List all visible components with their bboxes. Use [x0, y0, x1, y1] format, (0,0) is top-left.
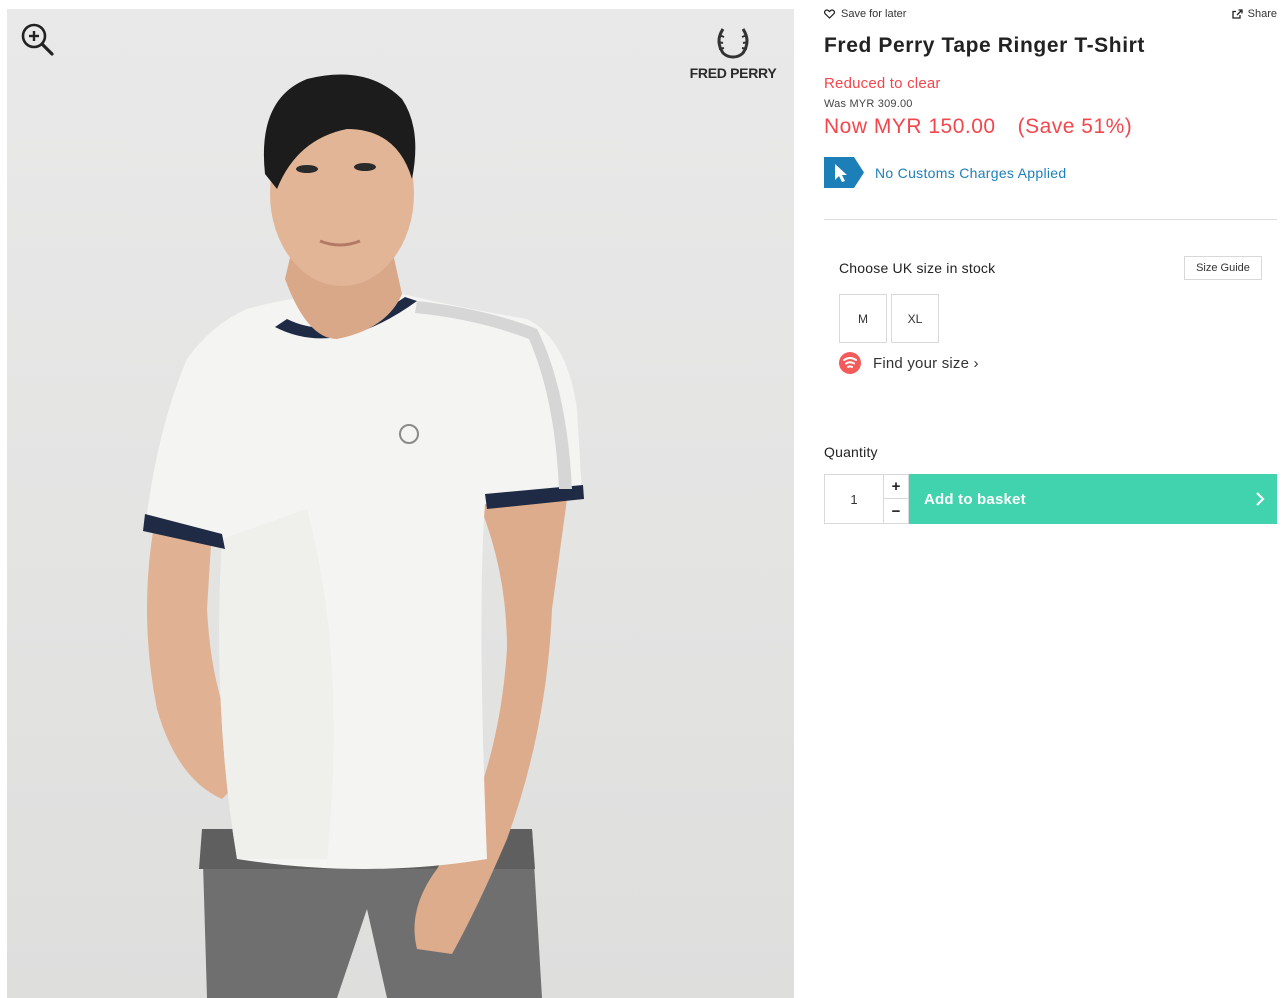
price-row: Now MYR 150.00 (Save 51%)	[824, 115, 1132, 139]
save-for-later-label: Save for later	[841, 8, 907, 20]
share-icon	[1231, 9, 1243, 19]
heart-icon	[824, 9, 835, 19]
size-option-xl[interactable]: XL	[891, 294, 939, 343]
chevron-right-icon	[1256, 492, 1265, 506]
product-photo	[143, 74, 584, 998]
divider	[824, 219, 1277, 220]
top-actions: Save for later Share	[824, 8, 1277, 24]
customs-notice[interactable]: No Customs Charges Applied	[824, 157, 1066, 188]
quantity-label: Quantity	[824, 444, 878, 460]
product-title: Fred Perry Tape Ringer T-Shirt	[824, 34, 1146, 57]
share-label: Share	[1247, 8, 1277, 20]
size-guide-button[interactable]: Size Guide	[1184, 256, 1262, 280]
save-for-later-button[interactable]: Save for later	[824, 8, 906, 20]
brand-name: FRED PERRY	[689, 65, 777, 81]
quantity-input[interactable]: 1	[824, 474, 883, 524]
product-details: Save for later Share Fred Perry Tape Rin…	[824, 0, 1277, 998]
save-percent: (Save 51%)	[1017, 115, 1133, 138]
share-button[interactable]: Share	[1231, 8, 1277, 20]
now-price: Now MYR 150.00	[824, 115, 996, 138]
size-option-m[interactable]: M	[839, 294, 887, 343]
product-image-gallery[interactable]: FRED PERRY	[7, 9, 794, 998]
quantity-stepper: + −	[883, 474, 909, 524]
zoom-in-icon[interactable]	[19, 21, 55, 57]
add-to-basket-label: Add to basket	[924, 490, 1026, 508]
cursor-arrow-badge-icon	[824, 157, 864, 188]
size-heading: Choose UK size in stock	[839, 260, 996, 276]
customs-text: No Customs Charges Applied	[875, 164, 1067, 181]
find-your-size-link[interactable]: Find your size ›	[839, 352, 979, 374]
add-to-basket-button[interactable]: Add to basket	[909, 474, 1277, 524]
find-your-size-label: Find your size ›	[873, 354, 979, 372]
fit-finder-icon	[839, 352, 861, 374]
sale-label: Reduced to clear	[824, 75, 941, 92]
quantity-decrease-button[interactable]: −	[884, 499, 908, 523]
was-price: Was MYR 309.00	[824, 98, 913, 110]
laurel-wreath-icon	[717, 28, 749, 59]
quantity-increase-button[interactable]: +	[884, 475, 908, 499]
brand-logo: FRED PERRY	[683, 25, 783, 81]
size-options: M XL	[839, 294, 939, 343]
